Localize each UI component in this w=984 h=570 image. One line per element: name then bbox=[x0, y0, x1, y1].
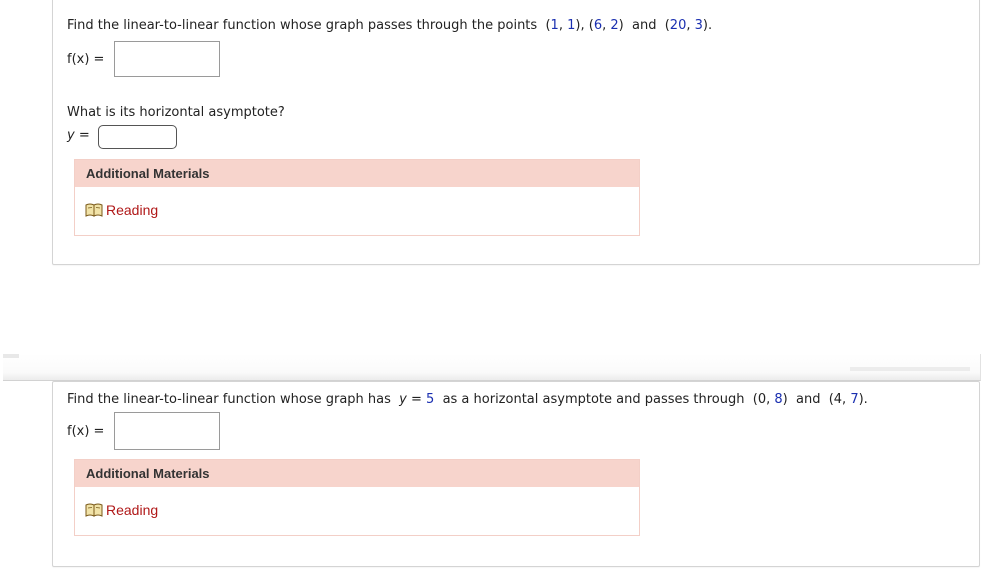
additional-materials-header-2: Additional Materials bbox=[75, 460, 639, 487]
asymptote-answer-input[interactable] bbox=[98, 125, 177, 149]
question-card-1: Find the linear-to-linear function whose… bbox=[52, 0, 980, 265]
question-1-text: Find the linear-to-linear function whose… bbox=[67, 18, 538, 33]
y-label: y = bbox=[67, 128, 90, 143]
book-icon bbox=[85, 203, 103, 217]
book-icon bbox=[85, 503, 103, 517]
separator-right-mark bbox=[850, 367, 970, 371]
additional-materials-header: Additional Materials bbox=[75, 160, 639, 187]
question-2-text: Find the linear-to-linear function whose… bbox=[67, 392, 391, 407]
reading-link[interactable]: Reading bbox=[85, 202, 158, 218]
asymptote-question: What is its horizontal asymptote? bbox=[67, 105, 285, 120]
separator-left-mark bbox=[3, 354, 19, 358]
fx-label: f(x) = bbox=[67, 52, 105, 67]
fx-answer-input-2[interactable] bbox=[114, 412, 220, 450]
question-card-2: Find the linear-to-linear function whose… bbox=[52, 381, 980, 567]
question-1-prompt: Find the linear-to-linear function whose… bbox=[67, 18, 713, 33]
fx-answer-input[interactable] bbox=[114, 41, 220, 77]
question-separator bbox=[3, 354, 981, 381]
fx-label-2: f(x) = bbox=[67, 424, 105, 439]
and-text: and bbox=[631, 18, 657, 33]
additional-materials-panel-2: Additional Materials Reading bbox=[74, 459, 640, 536]
additional-materials-panel: Additional Materials Reading bbox=[74, 159, 640, 236]
reading-link-label-2: Reading bbox=[106, 502, 159, 518]
reading-link-label: Reading bbox=[106, 202, 159, 218]
question-2-prompt: Find the linear-to-linear function whose… bbox=[67, 392, 868, 407]
reading-link-2[interactable]: Reading bbox=[85, 502, 158, 518]
